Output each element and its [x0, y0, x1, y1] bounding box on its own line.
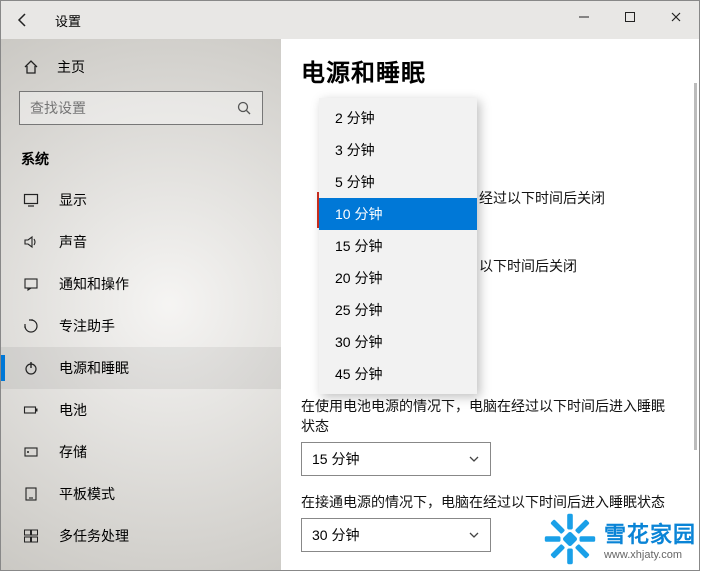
sidebar-item-label: 电池: [59, 400, 87, 420]
sleep-plugged-desc: 在接通电源的情况下，电脑在经过以下时间后进入睡眠状态: [301, 492, 675, 512]
sidebar-item-label: 平板模式: [59, 484, 115, 504]
battery-icon: [21, 402, 41, 418]
search-icon: [236, 100, 252, 116]
time-dropdown[interactable]: 2 分钟3 分钟5 分钟10 分钟15 分钟20 分钟25 分钟30 分钟45 …: [319, 98, 477, 394]
sidebar-item-label: 多任务处理: [59, 526, 129, 546]
watermark-url: www.xhjaty.com: [604, 549, 682, 561]
sidebar-item-storage[interactable]: 存储: [1, 431, 281, 473]
save-heading: 节省电量并延长电池使用时间: [301, 568, 675, 570]
sidebar-item-battery[interactable]: 电池: [1, 389, 281, 431]
sleep-plugged-value: 30 分钟: [312, 525, 359, 545]
sidebar-item-label: 存储: [59, 442, 87, 462]
snowflake-icon: [542, 511, 598, 567]
home-link[interactable]: 主页: [1, 51, 281, 91]
sidebar-item-focus[interactable]: 专注助手: [1, 305, 281, 347]
sidebar-item-label: 显示: [59, 190, 87, 210]
search-field[interactable]: [30, 100, 236, 116]
scrollbar[interactable]: [694, 83, 697, 450]
watermark: 雪花家园 www.xhjaty.com: [542, 511, 696, 567]
sidebar-item-power[interactable]: 电源和睡眠: [1, 347, 281, 389]
tablet-icon: [21, 486, 41, 502]
main-panel: 电源和睡眠 经过以下时间后关闭 以下时间后关闭 2 分钟3 分钟5 分钟10 分…: [281, 39, 699, 570]
sleep-battery-value: 15 分钟: [312, 449, 359, 469]
sidebar-item-display[interactable]: 显示: [1, 179, 281, 221]
page-title: 电源和睡眠: [301, 53, 675, 88]
window-title: 设置: [55, 11, 81, 30]
sidebar-item-label: 电源和睡眠: [59, 358, 129, 378]
sidebar-item-multitask[interactable]: 多任务处理: [1, 515, 281, 557]
dropdown-item[interactable]: 2 分钟: [319, 102, 477, 134]
storage-icon: [21, 444, 41, 460]
sidebar: 主页 系统 显示 声音 通知和操作: [1, 39, 281, 570]
sidebar-item-tablet[interactable]: 平板模式: [1, 473, 281, 515]
sidebar-item-label: 声音: [59, 232, 87, 252]
screen-plugged-desc-tail: 以下时间后关闭: [479, 256, 577, 276]
sidebar-item-label: 投影到此电脑: [59, 568, 143, 570]
minimize-button[interactable]: [561, 1, 607, 33]
back-button[interactable]: [9, 6, 37, 34]
display-icon: [21, 192, 41, 208]
chevron-down-icon: [468, 453, 480, 465]
dropdown-item[interactable]: 20 分钟: [319, 262, 477, 294]
close-button[interactable]: [653, 1, 699, 33]
home-icon: [21, 59, 41, 75]
nav-list: 显示 声音 通知和操作 专注助手 电源和睡眠: [1, 179, 281, 570]
home-label: 主页: [57, 57, 85, 77]
sidebar-item-sound[interactable]: 声音: [1, 221, 281, 263]
dropdown-item[interactable]: 25 分钟: [319, 294, 477, 326]
dropdown-item[interactable]: 3 分钟: [319, 134, 477, 166]
power-icon: [21, 360, 41, 376]
notifications-icon: [21, 276, 41, 292]
sleep-battery-desc: 在使用电池电源的情况下，电脑在经过以下时间后进入睡眠状态: [301, 396, 675, 436]
multitask-icon: [21, 528, 41, 544]
dropdown-item[interactable]: 15 分钟: [319, 230, 477, 262]
dropdown-item[interactable]: 10 分钟: [319, 198, 477, 230]
sleep-plugged-select[interactable]: 30 分钟: [301, 518, 491, 552]
watermark-text: 雪花家园: [604, 517, 696, 549]
focus-icon: [21, 318, 41, 334]
sidebar-item-label: 通知和操作: [59, 274, 129, 294]
category-heading: 系统: [1, 143, 281, 179]
dropdown-item[interactable]: 45 分钟: [319, 358, 477, 390]
sidebar-item-notifications[interactable]: 通知和操作: [1, 263, 281, 305]
sleep-battery-select[interactable]: 15 分钟: [301, 442, 491, 476]
maximize-button[interactable]: [607, 1, 653, 33]
chevron-down-icon: [468, 529, 480, 541]
dropdown-item[interactable]: 30 分钟: [319, 326, 477, 358]
search-input[interactable]: [19, 91, 263, 125]
dropdown-item[interactable]: 5 分钟: [319, 166, 477, 198]
sound-icon: [21, 234, 41, 250]
sidebar-item-label: 专注助手: [59, 316, 115, 336]
screen-battery-desc-tail: 经过以下时间后关闭: [479, 188, 605, 208]
sidebar-item-project[interactable]: 投影到此电脑: [1, 557, 281, 570]
titlebar: 设置: [1, 1, 699, 39]
